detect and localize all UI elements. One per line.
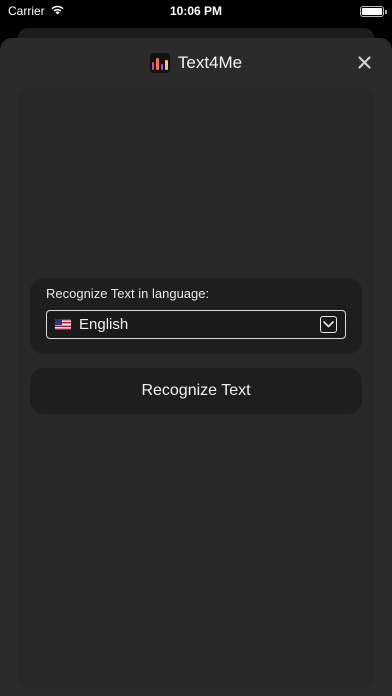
chevron-down-icon xyxy=(320,316,337,333)
page-title: Text4Me xyxy=(177,53,243,72)
text4me-app-icon xyxy=(149,53,170,73)
close-icon xyxy=(357,55,371,69)
carrier-label: Carrier xyxy=(8,4,45,18)
navigation-bar: Text4Me xyxy=(0,38,392,88)
modal-sheet: Text4Me xyxy=(0,38,392,696)
language-card: Recognize Text in language: English xyxy=(30,278,362,354)
language-label: Recognize Text in language: xyxy=(46,286,210,301)
language-select[interactable]: English xyxy=(46,310,346,339)
wifi-icon xyxy=(50,4,65,18)
nav-title-group: Text4Me xyxy=(149,53,243,73)
status-bar: Carrier 10:06 PM xyxy=(0,0,392,22)
selected-language: English xyxy=(79,316,129,333)
battery-level xyxy=(362,7,382,15)
recognize-text-button[interactable]: Recognize Text xyxy=(30,368,362,414)
battery-icon xyxy=(360,5,387,17)
us-flag-icon xyxy=(55,319,71,330)
status-right xyxy=(360,5,387,17)
close-button[interactable] xyxy=(354,52,374,72)
status-left: Carrier xyxy=(8,4,65,18)
